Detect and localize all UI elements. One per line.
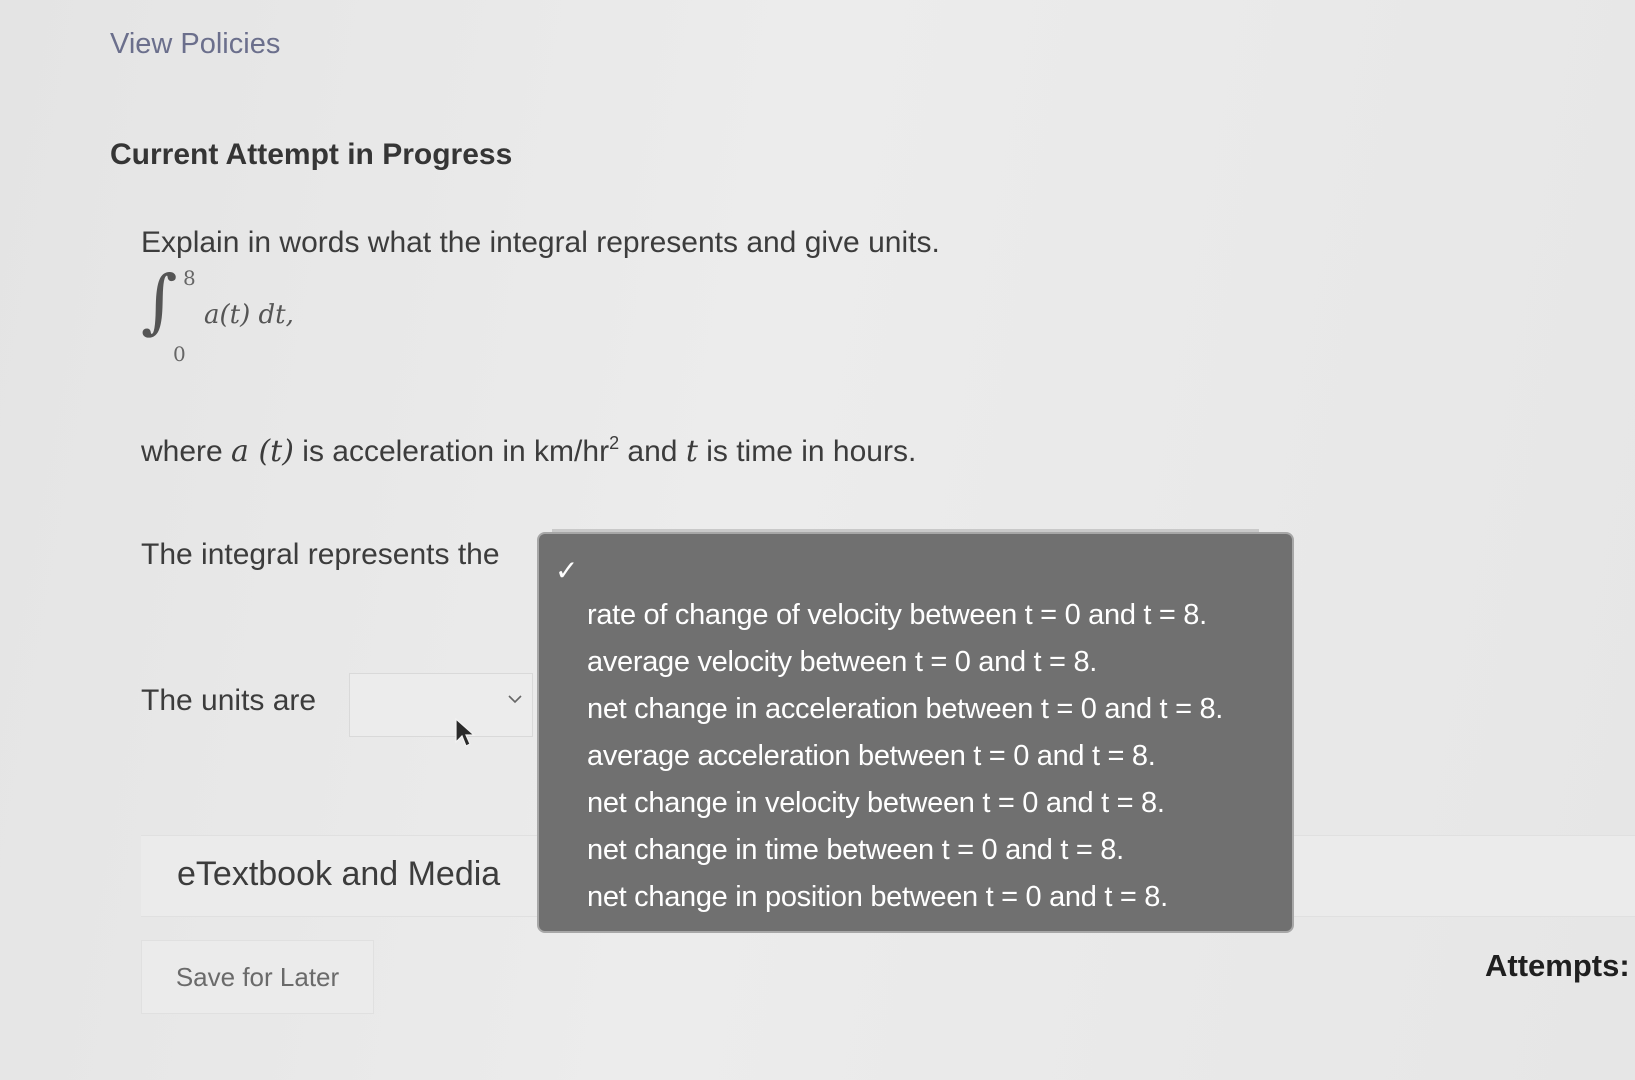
dropdown-option[interactable]: average acceleration between t = 0 and t… xyxy=(587,733,1223,780)
where-text-2: is acceleration in km/hr xyxy=(293,435,610,468)
represents-label: The integral represents the xyxy=(141,538,500,571)
attempts-label: Attempts: xyxy=(1485,948,1630,983)
attempt-heading: Current Attempt in Progress xyxy=(110,138,513,171)
units-select[interactable] xyxy=(349,673,533,737)
unit-exponent: 2 xyxy=(609,433,620,453)
etextbook-label: eTextbook and Media xyxy=(177,855,501,893)
check-icon: ✓ xyxy=(555,554,579,587)
dropdown-option[interactable]: average velocity between t = 0 and t = 8… xyxy=(587,639,1223,686)
where-text-4: is time in hours. xyxy=(697,435,917,468)
var-a: a (t) xyxy=(231,434,294,469)
dropdown-options: rate of change of velocity between t = 0… xyxy=(587,592,1223,921)
integral-lower-limit: 0 xyxy=(173,342,186,366)
save-for-later-button[interactable]: Save for Later xyxy=(141,940,374,1014)
represents-dropdown-menu[interactable]: ✓ rate of change of velocity between t =… xyxy=(537,532,1294,933)
where-text-1: where xyxy=(141,435,232,468)
integral-upper-limit: 8 xyxy=(183,266,196,290)
question-prompt: Explain in words what the integral repre… xyxy=(141,226,940,259)
view-policies-link[interactable]: View Policies xyxy=(110,28,280,61)
chevron-down-icon xyxy=(508,695,522,704)
mouse-pointer-icon xyxy=(455,718,476,747)
integral-sign-icon: ∫ xyxy=(141,260,178,342)
variable-description: where a (t) is acceleration in km/hr2 an… xyxy=(141,433,916,469)
dropdown-option[interactable]: net change in acceleration between t = 0… xyxy=(587,686,1223,733)
dropdown-option[interactable]: net change in position between t = 0 and… xyxy=(587,874,1223,921)
where-text-3: and xyxy=(619,435,686,468)
integrand: a(t) dt, xyxy=(204,300,294,330)
var-t: t xyxy=(685,434,698,469)
dropdown-option[interactable]: net change in velocity between t = 0 and… xyxy=(587,780,1223,827)
dropdown-option[interactable]: rate of change of velocity between t = 0… xyxy=(587,592,1223,639)
integral-expression: ∫ 8 0 a(t) dt, xyxy=(141,266,361,366)
units-label: The units are xyxy=(141,684,317,717)
dropdown-option[interactable]: net change in time between t = 0 and t =… xyxy=(587,827,1223,874)
